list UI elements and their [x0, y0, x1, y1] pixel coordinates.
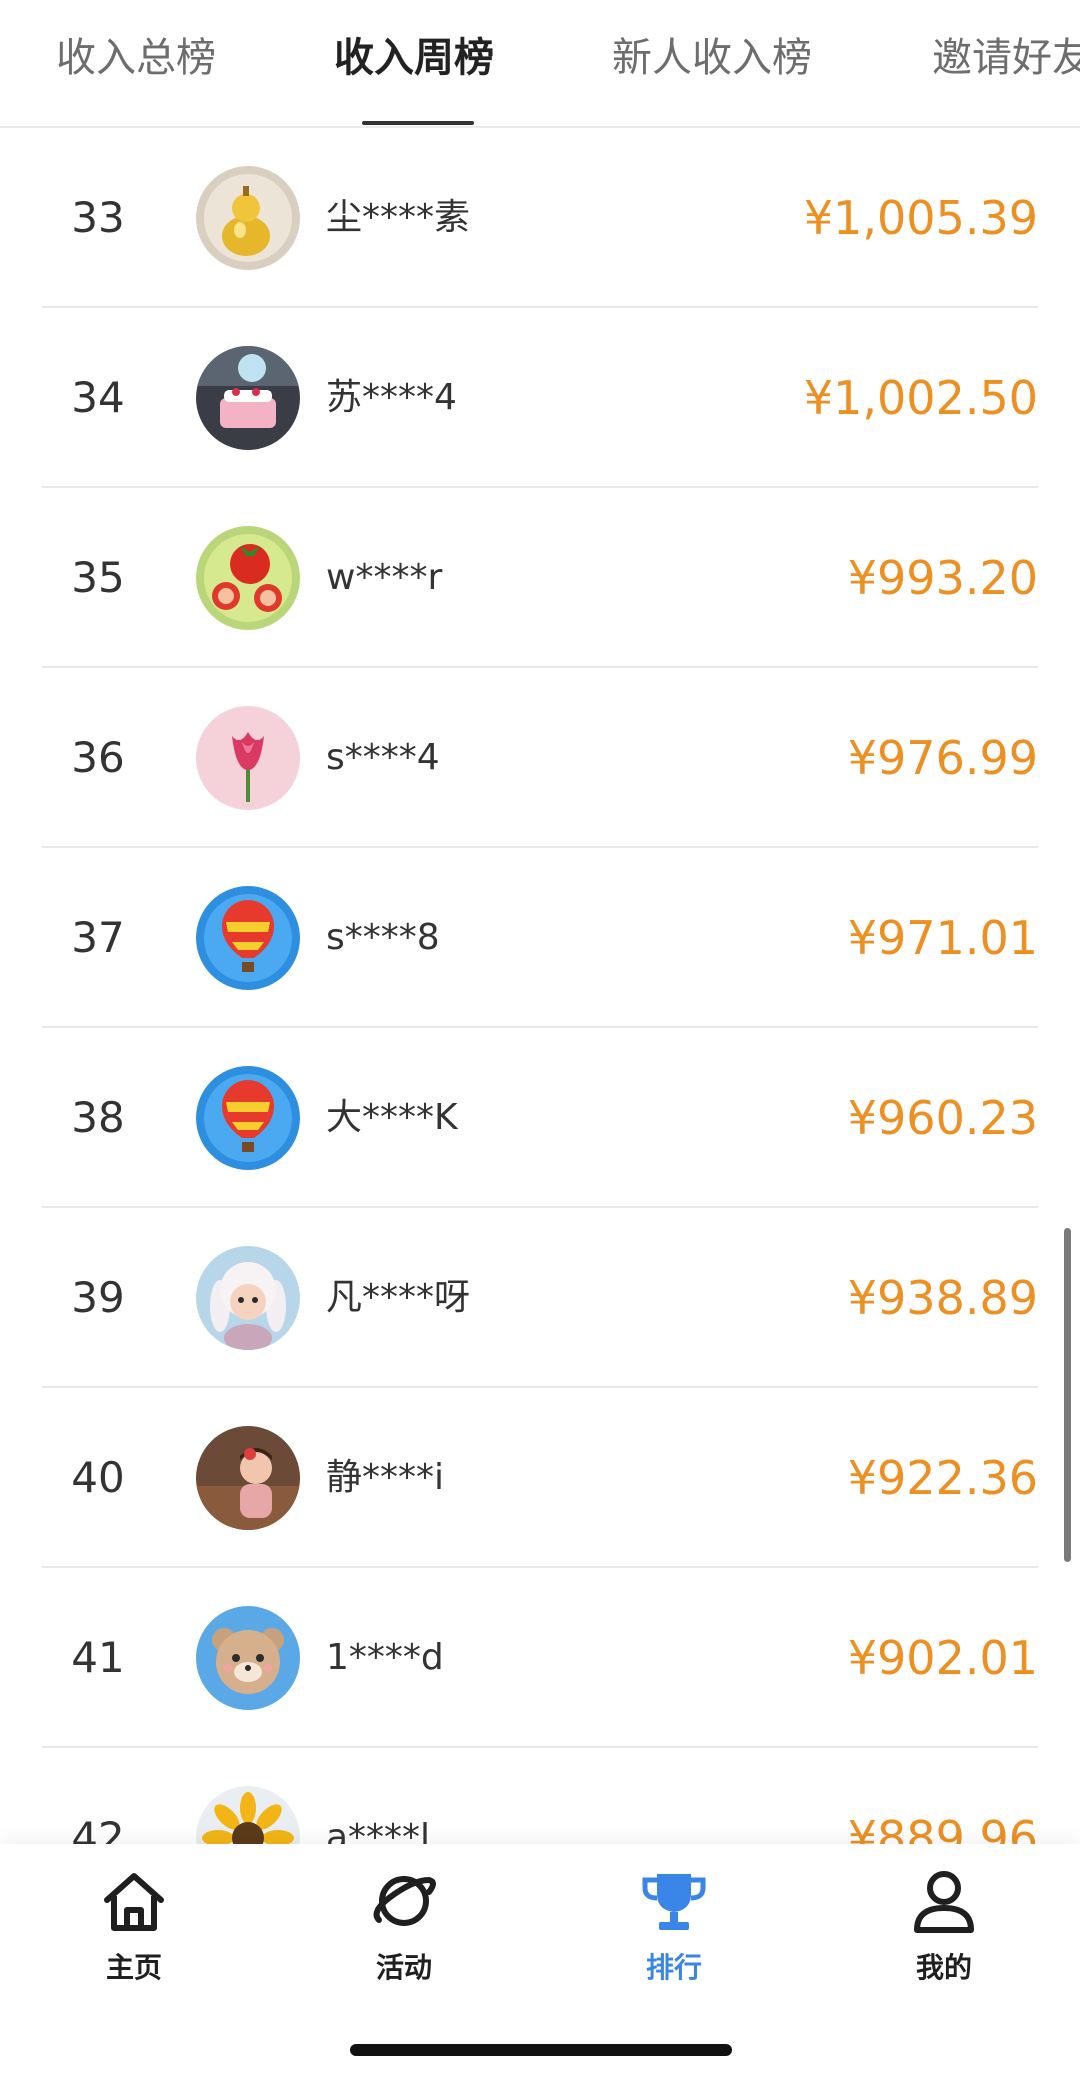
ranking-row[interactable]: 36 s****4 ¥976.99	[0, 668, 1080, 848]
rank-number: 38	[71, 1093, 125, 1142]
ranking-row[interactable]: 33 尘****素 ¥1,005.39	[0, 128, 1080, 308]
nav-ranking[interactable]: 排行	[584, 1868, 764, 1998]
rank-number: 34	[71, 373, 125, 422]
hot-air-balloon-avatar	[196, 886, 300, 990]
birthday-cake-avatar	[196, 346, 300, 450]
ranking-row[interactable]: 40 静****i ¥922.36	[0, 1388, 1080, 1568]
rank-number: 37	[71, 913, 125, 962]
list-scrollbar[interactable]	[1064, 1228, 1071, 1562]
nav-ranking-label: 排行	[645, 1951, 702, 1984]
ranking-row[interactable]: 41 1****d ¥902.01	[0, 1568, 1080, 1748]
golden-gourd-avatar	[196, 166, 300, 270]
rank-number: 39	[71, 1273, 125, 1322]
sunflower-avatar	[196, 1786, 300, 1844]
tomato-avatar	[196, 526, 300, 630]
tab-weekly-income[interactable]: 收入周榜	[334, 30, 494, 86]
ranking-row[interactable]: 35 w****r ¥993.20	[0, 488, 1080, 668]
income-amount: ¥976.99	[847, 731, 1038, 785]
username: 静****i	[326, 1457, 445, 1498]
home-indicator[interactable]	[350, 2044, 732, 2056]
income-amount: ¥922.36	[847, 1451, 1038, 1505]
income-amount: ¥1,005.39	[803, 191, 1038, 245]
income-amount: ¥938.89	[847, 1271, 1038, 1325]
income-amount: ¥993.20	[847, 551, 1038, 605]
username: 尘****素	[326, 197, 471, 238]
active-tab-indicator	[362, 121, 474, 125]
planet-icon	[373, 1876, 436, 1926]
tab-total-income[interactable]: 收入总榜	[56, 30, 216, 86]
username: 凡****呀	[326, 1277, 471, 1318]
nav-activity[interactable]: 活动	[314, 1868, 494, 1998]
rank-number: 41	[71, 1633, 125, 1682]
tulip-avatar	[196, 706, 300, 810]
tab-newcomer-income[interactable]: 新人收入榜	[612, 30, 812, 86]
bear-avatar	[196, 1606, 300, 1710]
ranking-row[interactable]: 37 s****8 ¥971.01	[0, 848, 1080, 1028]
username: 苏****4	[326, 377, 457, 418]
tab-invite-friends[interactable]: 邀请好友	[932, 30, 1080, 86]
nav-profile-label: 我的	[915, 1951, 972, 1984]
ranking-list[interactable]: 33 尘****素 ¥1,005.39 34 苏****4 ¥1,002.50 …	[0, 128, 1080, 1844]
income-amount: ¥1,002.50	[803, 371, 1038, 425]
rank-number: 40	[71, 1453, 125, 1502]
rank-number: 36	[71, 733, 125, 782]
income-amount: ¥889.96	[847, 1811, 1038, 1844]
ranking-row[interactable]: 39 凡****呀 ¥938.89	[0, 1208, 1080, 1388]
username: w****r	[326, 557, 443, 598]
username: a****l	[326, 1817, 431, 1844]
username: s****4	[326, 737, 440, 778]
home-icon	[104, 1873, 164, 1931]
child-bunny-hat-avatar	[196, 1246, 300, 1350]
username: 1****d	[326, 1637, 444, 1678]
username: s****8	[326, 917, 440, 958]
nav-activity-label: 活动	[375, 1951, 432, 1984]
rank-number: 35	[71, 553, 125, 602]
income-amount: ¥902.01	[847, 1631, 1038, 1685]
ranking-row[interactable]: 34 苏****4 ¥1,002.50	[0, 308, 1080, 488]
rank-number: 42	[71, 1813, 125, 1844]
nav-home[interactable]: 主页	[44, 1868, 224, 1998]
nav-home-label: 主页	[105, 1951, 162, 1984]
ranking-row[interactable]: 42 a****l ¥889.96	[0, 1748, 1080, 1844]
hot-air-balloon-avatar	[196, 1066, 300, 1170]
ranking-tabs: 收入总榜 收入周榜 新人收入榜 邀请好友	[0, 0, 1080, 128]
trophy-icon	[642, 1874, 706, 1930]
income-amount: ¥971.01	[847, 911, 1038, 965]
toddler-photo-avatar	[196, 1426, 300, 1530]
nav-profile[interactable]: 我的	[854, 1868, 1034, 1998]
username: 大****K	[326, 1097, 458, 1138]
rank-number: 33	[71, 193, 125, 242]
income-amount: ¥960.23	[847, 1091, 1038, 1145]
ranking-row[interactable]: 38 大****K ¥960.23	[0, 1028, 1080, 1208]
user-icon	[914, 1871, 974, 1933]
